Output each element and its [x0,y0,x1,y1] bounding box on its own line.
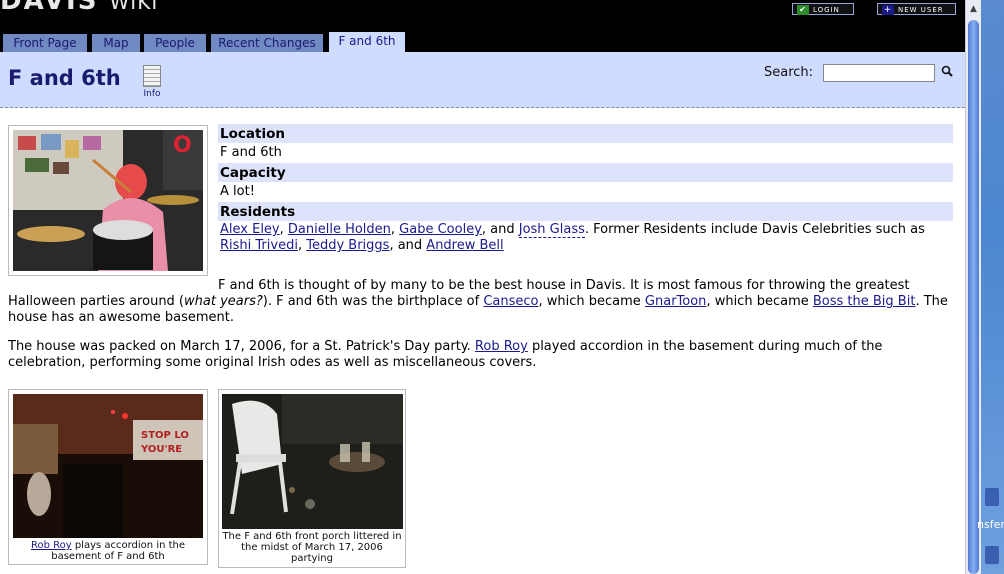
former-resident-link[interactable]: Teddy Briggs [306,238,389,253]
check-icon: ✔ [797,5,809,15]
former-resident-link[interactable]: Andrew Bell [426,238,503,253]
rob-roy-link[interactable]: Rob Roy [475,339,528,354]
search-label: Search: [764,65,814,80]
drummer-photo[interactable]: O [13,130,203,271]
gnartoon-link[interactable]: GnarToon [645,294,707,309]
gallery-item: The F and 6th front porch littered in th… [218,389,406,568]
capacity-heading: Capacity [218,163,953,182]
info-table: Location F and 6th Capacity A lot! Resid… [218,124,953,254]
desktop-file-icon[interactable] [985,488,999,506]
location-value: F and 6th [220,145,282,160]
resident-link[interactable]: Josh Glass [518,222,585,238]
svg-text:O: O [173,133,192,158]
capacity-value: A lot! [220,184,255,199]
tab-people[interactable]: People [144,34,206,52]
info-button[interactable]: Info [141,65,163,99]
rob-roy-caption-link[interactable]: Rob Roy [31,540,72,551]
page-title: F and 6th [8,66,121,90]
search-input[interactable] [823,64,935,82]
search-icon[interactable] [941,65,953,77]
svg-text:YOU'RE: YOU'RE [140,444,182,455]
gallery-item: STOP LO YOU'RE Rob Roy plays accordion i… [8,389,208,565]
document-icon [143,65,161,87]
photo-caption: Rob Roy plays accordion in the basement … [30,540,186,562]
porch-photo[interactable] [222,394,403,529]
vertical-scrollbar[interactable]: ▲ [965,0,981,574]
page-content: O Location F and 6th Capacity A lot! Res… [0,108,965,574]
residents-value: Alex Eley, Danielle Holden, Gabe Cooley,… [220,222,925,253]
desktop-item-label: nsfer [977,518,1004,531]
new-user-button[interactable]: + NEW USER [877,3,956,15]
scrollbar-thumb[interactable] [968,20,979,574]
tab-f-and-6th[interactable]: F and 6th [329,32,405,52]
tab-recent-changes[interactable]: Recent Changes [211,34,323,52]
resident-link[interactable]: Alex Eley [220,222,280,237]
resident-link[interactable]: Gabe Cooley [399,222,482,237]
former-resident-link[interactable]: Rishi Trivedi [220,238,298,253]
resident-link[interactable]: Danielle Holden [288,222,391,237]
site-logo[interactable]: DAVIS WIKI [0,0,158,16]
title-bar: F and 6th Info Search: [0,52,965,108]
desktop-file-icon[interactable] [985,546,999,564]
paragraph-party: The house was packed on March 17, 2006, … [8,339,883,370]
photo-caption: The F and 6th front porch littered in th… [222,531,402,564]
tab-front-page[interactable]: Front Page [3,34,87,52]
login-button[interactable]: ✔ LOGIN [792,3,854,15]
scroll-up-arrow-icon[interactable]: ▲ [966,2,981,16]
tab-map[interactable]: Map [92,34,140,52]
boss-the-big-bit-link[interactable]: Boss the Big Bit [813,294,916,309]
photo-frame: O [8,125,208,276]
plus-icon: + [882,5,894,15]
location-heading: Location [218,124,953,143]
canseco-link[interactable]: Canseco [483,294,538,309]
svg-text:STOP LO: STOP LO [141,430,189,441]
desktop-background: nsfer [977,0,1004,574]
residents-heading: Residents [218,202,953,221]
accordion-photo[interactable]: STOP LO YOU'RE [13,394,203,538]
site-header: DAVIS WIKI ✔ LOGIN + NEW USER Front Page M… [0,0,965,52]
paragraph-intro: F and 6th is thought of by many to be th… [8,278,948,325]
